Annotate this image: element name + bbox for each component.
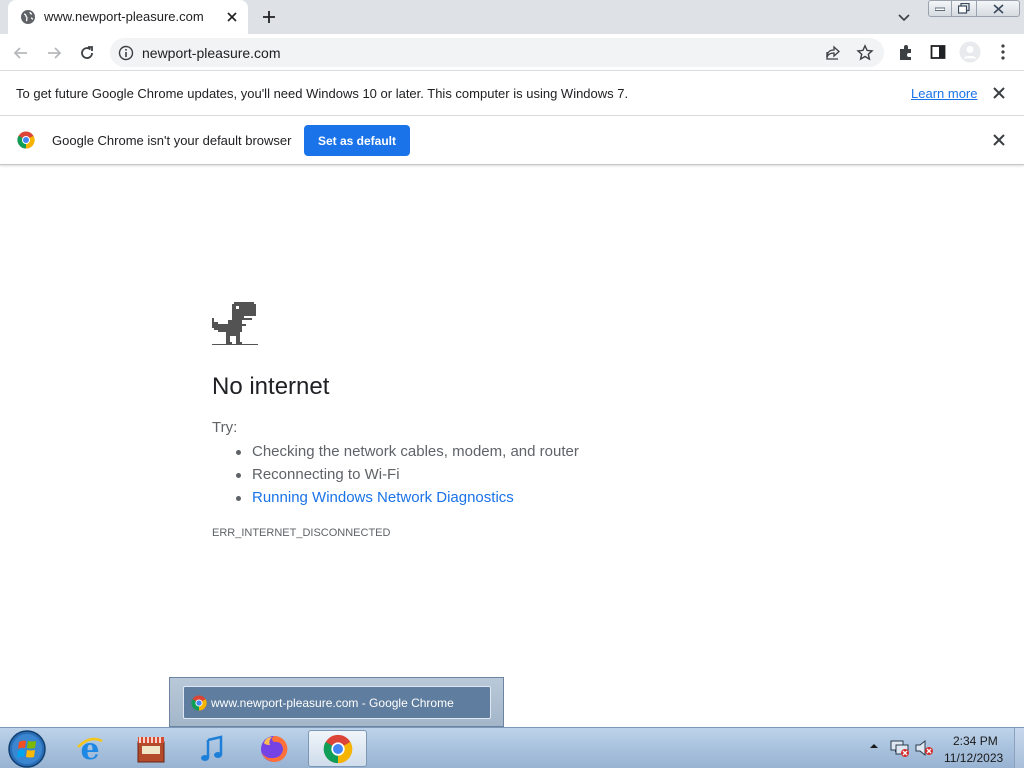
chrome-logo-icon [323,734,352,763]
offline-dino-icon [212,302,258,345]
show-desktop-button[interactable] [1014,728,1024,768]
back-button[interactable] [9,41,33,65]
clock-date[interactable]: 11/12/2023 [944,751,1003,765]
address-bar-url[interactable]: newport-pleasure.com [142,45,281,61]
chrome-logo-icon [191,695,207,711]
taskbar-preview-popup: www.newport-pleasure.com - Google Chrome [169,677,504,727]
start-orb-icon[interactable] [0,729,54,768]
tab-title: www.newport-pleasure.com [44,9,204,24]
default-browser-infobar: Google Chrome isn't your default browser… [0,116,1024,165]
new-tab-button[interactable] [258,6,280,28]
tab-search-chevron-icon[interactable] [894,8,914,28]
volume-muted-icon[interactable] [914,739,934,757]
window-close-button[interactable] [976,0,1020,17]
address-bar[interactable]: newport-pleasure.com [110,38,884,67]
default-browser-close-icon[interactable] [990,131,1008,149]
suggestion-reconnect-wifi: Reconnecting to Wi-Fi [234,466,579,489]
bookmark-star-icon[interactable] [856,44,874,62]
share-icon[interactable] [824,44,842,62]
taskbar-preview-item[interactable]: www.newport-pleasure.com - Google Chrome [183,686,491,719]
update-infobar-close-icon[interactable] [990,84,1008,102]
error-title: No internet [212,373,330,400]
tab-newport-pleasure[interactable]: www.newport-pleasure.com [8,0,248,34]
windows-taskbar: e 2:34 PM 11/12/2023 [0,727,1024,768]
try-label: Try: [212,419,238,436]
globe-icon [21,10,35,24]
suggestions-list: Checking the network cables, modem, and … [234,443,579,512]
tab-strip: www.newport-pleasure.com [0,0,1024,34]
network-disconnected-icon[interactable] [890,739,910,757]
set-as-default-button[interactable]: Set as default [304,125,410,156]
menu-kebab-icon[interactable] [993,42,1013,62]
error-code: ERR_INTERNET_DISCONNECTED [212,527,391,539]
chrome-logo-icon [17,131,35,149]
screen: www.newport-pleasure.com newport-pleasur… [0,0,1024,768]
clock-time[interactable]: 2:34 PM [953,734,998,748]
forward-button[interactable] [42,41,66,65]
update-infobar: To get future Google Chrome updates, you… [0,71,1024,116]
learn-more-link[interactable]: Learn more [911,86,977,101]
svg-text:e: e [80,733,99,765]
extensions-icon[interactable] [896,42,916,62]
taskbar-preview-title: www.newport-pleasure.com - Google Chrome [211,696,454,710]
minimize-button[interactable] [928,0,952,17]
profile-avatar-icon[interactable] [959,41,981,63]
reload-button[interactable] [75,41,99,65]
side-panel-icon[interactable] [928,42,948,62]
itunes-icon[interactable] [184,730,240,767]
browser-toolbar: newport-pleasure.com [0,34,1024,71]
app-store-icon[interactable] [123,730,179,767]
firefox-icon[interactable] [246,730,302,767]
network-diagnostics-link[interactable]: Running Windows Network Diagnostics [234,489,579,512]
internet-explorer-icon[interactable]: e [62,730,118,767]
default-browser-text: Google Chrome isn't your default browser [52,133,292,148]
show-hidden-icons-icon[interactable] [868,740,880,752]
update-infobar-text: To get future Google Chrome updates, you… [16,86,629,101]
chrome-taskbar-button[interactable] [308,730,367,767]
restore-button[interactable] [951,0,977,17]
site-info-icon[interactable] [118,45,134,61]
tab-close-icon[interactable] [222,7,242,27]
suggestion-check-cables: Checking the network cables, modem, and … [234,443,579,466]
